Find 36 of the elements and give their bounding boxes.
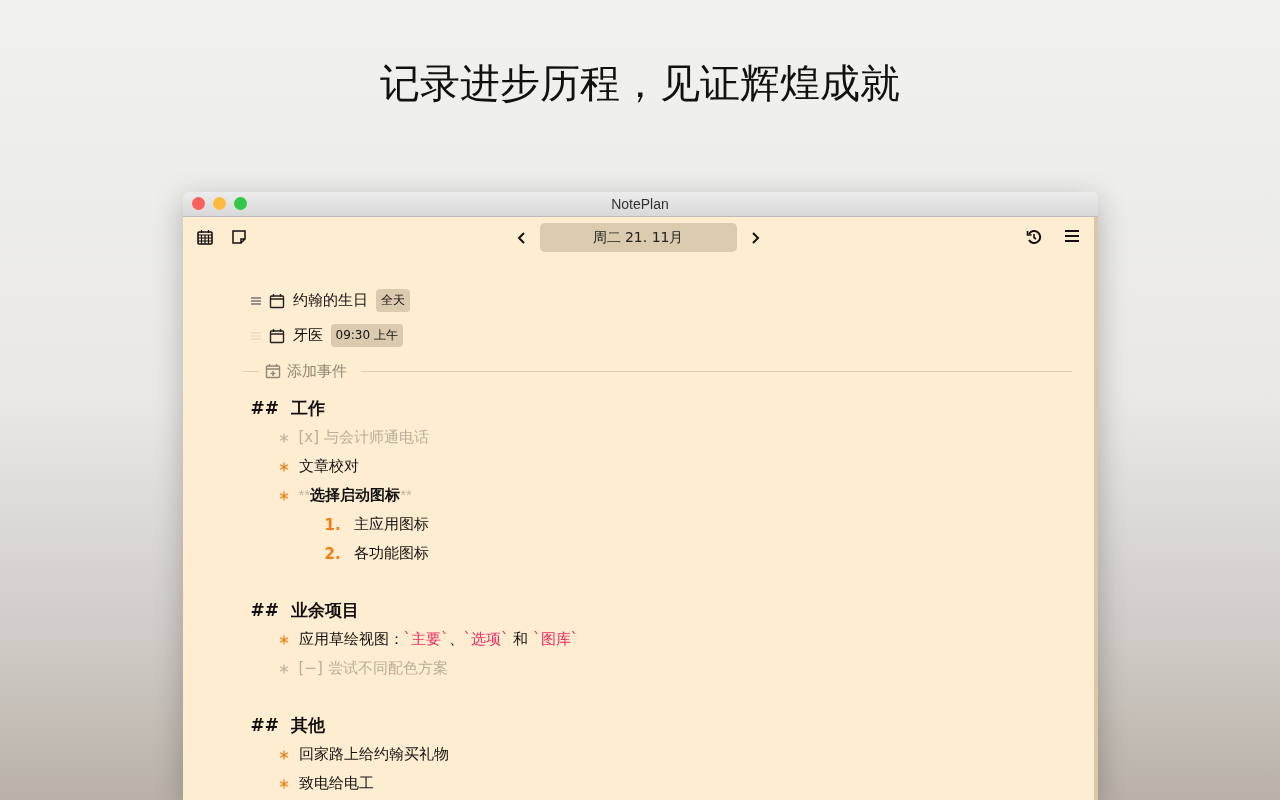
calendar-plus-icon (264, 363, 281, 379)
minimize-button[interactable] (212, 197, 226, 210)
section-heading: ## 业余项目 (250, 598, 360, 622)
list-item-text: 致电给电工 (298, 774, 374, 793)
calendar-icon (268, 292, 285, 309)
close-button[interactable] (191, 197, 205, 210)
event-time-tag: 09:30 上午 (330, 324, 403, 347)
list-item-text: 应用草绘视图：`主要`、`选项` 和 `图库` (298, 630, 579, 649)
zoom-button[interactable] (233, 197, 247, 210)
list-item-text: [−] 尝试不同配色方案 (298, 659, 448, 678)
list-item-text: 各功能图标 (353, 544, 429, 563)
event-time-tag: 全天 (375, 289, 410, 312)
drag-handle-icon[interactable] (250, 295, 261, 306)
asterisk-bullet-icon[interactable] (278, 663, 289, 674)
asterisk-bullet-icon[interactable] (278, 432, 289, 443)
section-heading: ## 其他 (250, 713, 326, 737)
list-item-text: 回家路上给约翰买礼物 (298, 745, 449, 764)
asterisk-bullet-icon[interactable] (278, 749, 289, 760)
list-number: 2. (324, 544, 342, 563)
list-number: 1. (324, 515, 342, 534)
list-item-text: [x] 与会计师通电话 (298, 428, 429, 447)
list-item-text: **选择启动图标** (298, 486, 412, 505)
asterisk-bullet-icon[interactable] (278, 461, 289, 472)
event-title: 牙医 (292, 326, 323, 345)
asterisk-bullet-icon[interactable] (278, 634, 289, 645)
asterisk-bullet-icon[interactable] (278, 778, 289, 789)
event-title: 约翰的生日 (292, 291, 368, 310)
headline: 记录进步历程，见证辉煌成就 (380, 59, 900, 108)
list-item-text: 文章校对 (298, 457, 359, 476)
section-heading: ## 工作 (250, 396, 326, 420)
asterisk-bullet-icon[interactable] (278, 490, 289, 501)
window-title: NotePlan (611, 196, 669, 212)
calendar-icon (268, 327, 285, 344)
calendar-icon[interactable] (194, 227, 215, 247)
list-item-text: 主应用图标 (353, 515, 429, 534)
date-button[interactable]: 周二 21. 11月 (539, 223, 737, 252)
